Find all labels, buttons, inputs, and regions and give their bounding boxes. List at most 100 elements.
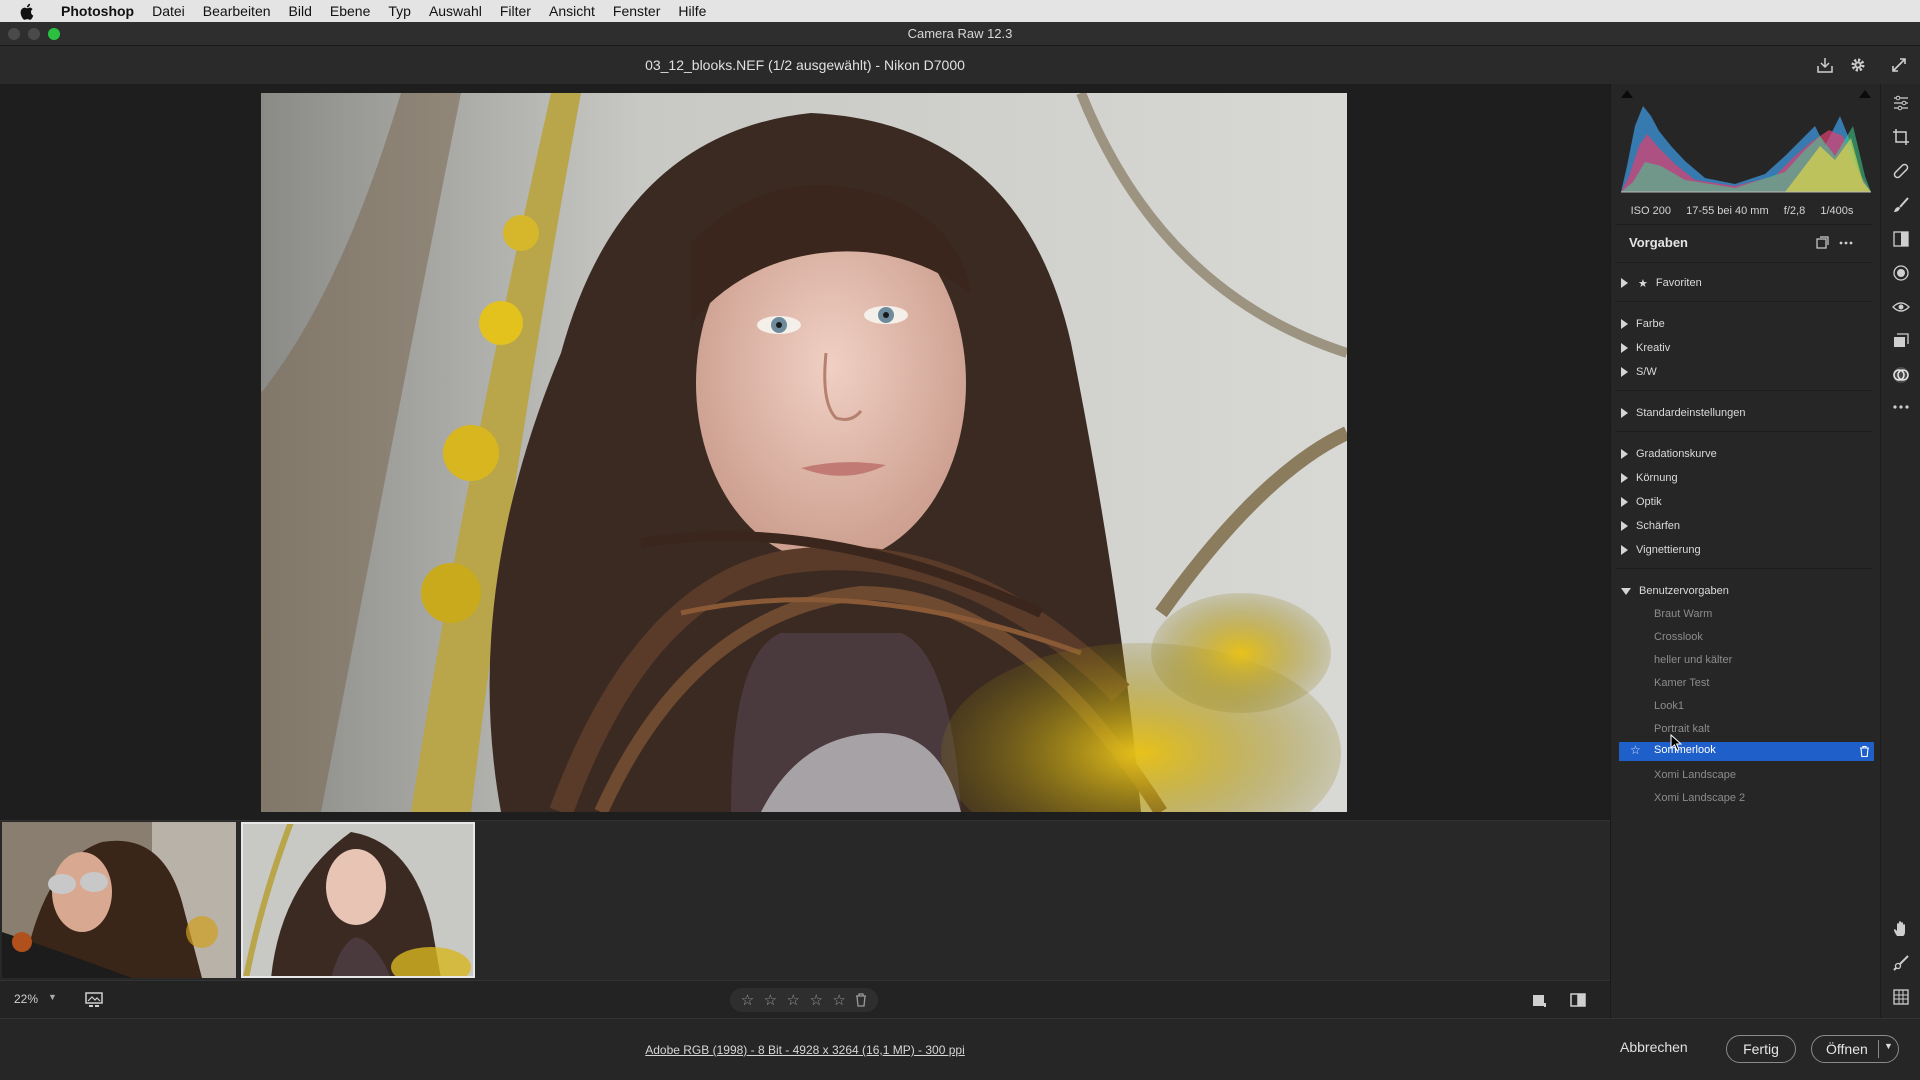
portrait-photo[interactable]: [261, 93, 1347, 812]
preset-group-label: Farbe: [1636, 318, 1665, 330]
rating-star-1[interactable]: ☆: [741, 991, 754, 1009]
menu-fenster[interactable]: Fenster: [604, 0, 669, 22]
fullscreen-icon[interactable]: [1889, 55, 1909, 75]
preset-item-label: Sommerlook: [1654, 744, 1716, 756]
preset-group-label: Vignettierung: [1636, 544, 1701, 556]
preset-group-farbe[interactable]: Farbe: [1621, 316, 1665, 332]
radial-icon[interactable]: [1892, 264, 1910, 282]
preset-item-kamer-test[interactable]: Kamer Test: [1654, 675, 1709, 691]
open-button[interactable]: Öffnen ▼: [1811, 1035, 1899, 1063]
preset-group-label: Standardeinstellungen: [1636, 407, 1746, 419]
file-header: 03_12_blooks.NEF (1/2 ausgewählt) - Niko…: [0, 46, 1920, 84]
exif-shutter: 1/400s: [1820, 205, 1854, 217]
expand-triangle-icon: [1621, 449, 1628, 459]
settings-icon[interactable]: [1848, 55, 1868, 75]
menu-ansicht[interactable]: Ansicht: [540, 0, 604, 22]
mouse-cursor-icon: [1670, 734, 1682, 752]
preset-item-crosslook[interactable]: Crosslook: [1654, 629, 1703, 645]
expand-triangle-icon: [1621, 473, 1628, 483]
window-title-bar: Camera Raw 12.3: [0, 22, 1920, 46]
preset-item-xomi-landscape[interactable]: Xomi Landscape: [1654, 767, 1736, 783]
before-after-view-icon[interactable]: [1569, 991, 1587, 1009]
presets-icon[interactable]: [1892, 366, 1910, 384]
favorite-star-outline-icon[interactable]: ☆: [1630, 743, 1641, 757]
expand-triangle-icon: [1621, 278, 1628, 288]
preset-group-benutzervorgaben[interactable]: Benutzervorgaben: [1621, 583, 1729, 599]
healing-icon[interactable]: [1892, 162, 1910, 180]
menu-typ[interactable]: Typ: [379, 0, 420, 22]
save-icon[interactable]: [1815, 55, 1835, 75]
exif-aperture: f/2,8: [1783, 205, 1806, 217]
done-button-label: Fertig: [1743, 1041, 1779, 1057]
divider: [1615, 262, 1873, 263]
expand-triangle-icon: [1621, 343, 1628, 353]
preset-group-optik[interactable]: Optik: [1621, 494, 1662, 510]
filmstrip-thumbnail-1[interactable]: [2, 822, 236, 978]
preset-group-favoriten[interactable]: ★ Favoriten: [1621, 275, 1702, 291]
zoom-dropdown-chevron-icon[interactable]: ▼: [48, 992, 57, 1002]
status-bar: Adobe RGB (1998) - 8 Bit - 4928 x 3264 (…: [0, 1018, 1920, 1080]
gradient-icon[interactable]: [1892, 230, 1910, 248]
zoom-level[interactable]: 22%: [14, 992, 38, 1006]
single-view-icon[interactable]: [1530, 991, 1548, 1009]
menu-app-photoshop[interactable]: Photoshop: [52, 0, 143, 22]
menu-bearbeiten[interactable]: Bearbeiten: [194, 0, 280, 22]
rating-star-4[interactable]: ☆: [809, 991, 822, 1009]
preset-group-label: Favoriten: [1655, 277, 1702, 289]
apple-icon[interactable]: [20, 3, 36, 20]
menu-hilfe[interactable]: Hilfe: [669, 0, 715, 22]
preset-group-label: Benutzervorgaben: [1639, 585, 1729, 597]
preset-group-label: Körnung: [1636, 472, 1678, 484]
crop-icon[interactable]: [1892, 128, 1910, 146]
preset-item-heller-und-kaelter[interactable]: heller und kälter: [1654, 652, 1732, 668]
cancel-button[interactable]: Abbrechen: [1620, 1039, 1688, 1055]
open-options-chevron-icon[interactable]: ▼: [1884, 1041, 1893, 1051]
open-button-label: Öffnen: [1826, 1041, 1868, 1057]
filmstrip-view-icon[interactable]: [85, 991, 105, 1009]
preset-item-look1[interactable]: Look1: [1654, 698, 1684, 714]
more-icon[interactable]: [1892, 398, 1910, 416]
brush-icon[interactable]: [1892, 196, 1910, 214]
macos-menu-bar: Photoshop Datei Bearbeiten Bild Ebene Ty…: [0, 0, 1920, 22]
preset-group-schaerfen[interactable]: Schärfen: [1621, 518, 1680, 534]
expand-triangle-icon: [1621, 319, 1628, 329]
workflow-options-link[interactable]: Adobe RGB (1998) - 8 Bit - 4928 x 3264 (…: [0, 1043, 1610, 1057]
preset-group-koernung[interactable]: Körnung: [1621, 470, 1678, 486]
menu-filter[interactable]: Filter: [491, 0, 540, 22]
new-preset-icon[interactable]: [1814, 235, 1830, 251]
star-rating: ☆ ☆ ☆ ☆ ☆: [730, 988, 878, 1012]
preset-group-gradationskurve[interactable]: Gradationskurve: [1621, 446, 1717, 462]
done-button[interactable]: Fertig: [1726, 1035, 1796, 1063]
preset-item-xomi-landscape-2[interactable]: Xomi Landscape 2: [1654, 790, 1745, 806]
snapshots-icon[interactable]: [1892, 332, 1910, 350]
menu-ebene[interactable]: Ebene: [321, 0, 379, 22]
collapse-triangle-icon: [1621, 587, 1631, 595]
preset-group-kreativ[interactable]: Kreativ: [1621, 340, 1670, 356]
hand-icon[interactable]: [1892, 920, 1910, 938]
menu-auswahl[interactable]: Auswahl: [420, 0, 491, 22]
thumbnail-1-image: [2, 822, 236, 978]
image-canvas[interactable]: [0, 84, 1610, 820]
edit-sliders-icon[interactable]: [1892, 94, 1910, 112]
rating-star-5[interactable]: ☆: [832, 991, 845, 1009]
preset-group-label: S/W: [1636, 366, 1657, 378]
preset-group-standardeinstellungen[interactable]: Standardeinstellungen: [1621, 405, 1745, 421]
preset-options-icon[interactable]: [1838, 235, 1854, 251]
delete-preset-icon[interactable]: [1860, 746, 1869, 757]
preset-group-vignettierung[interactable]: Vignettierung: [1621, 542, 1701, 558]
grid-icon[interactable]: [1892, 988, 1910, 1006]
redeye-icon[interactable]: [1892, 298, 1910, 316]
rating-star-3[interactable]: ☆: [787, 991, 800, 1009]
preset-item-braut-warm[interactable]: Braut Warm: [1654, 606, 1712, 622]
shadow-clipping-icon: [1621, 90, 1633, 98]
menu-bild[interactable]: Bild: [280, 0, 321, 22]
rating-star-2[interactable]: ☆: [764, 991, 777, 1009]
menu-datei[interactable]: Datei: [143, 0, 194, 22]
filmstrip-thumbnail-2[interactable]: [241, 822, 475, 978]
preset-group-label: Gradationskurve: [1636, 448, 1717, 460]
preset-group-sw[interactable]: S/W: [1621, 364, 1657, 380]
exif-lens: 17-55 bei 40 mm: [1686, 205, 1769, 217]
trash-icon[interactable]: [855, 993, 867, 1007]
sampler-icon[interactable]: [1892, 954, 1910, 972]
preset-item-sommerlook-selected[interactable]: ☆ Sommerlook: [1619, 742, 1874, 761]
